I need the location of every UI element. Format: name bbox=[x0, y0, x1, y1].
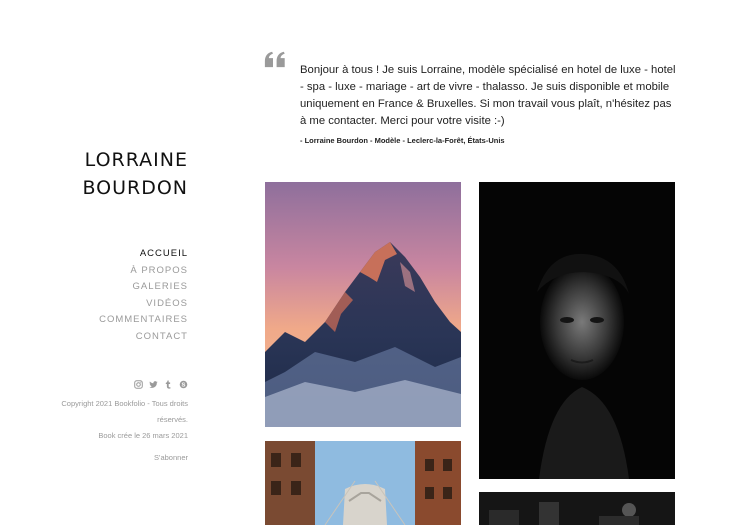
nav-item-contact[interactable]: CONTACT bbox=[60, 329, 188, 346]
city-street-photo[interactable] bbox=[479, 492, 675, 525]
tumblr-icon[interactable] bbox=[164, 380, 173, 389]
site-title[interactable]: LORRAINE BOURDON bbox=[40, 146, 188, 202]
footer: Copyright 2021 Bookfolio - Tous droits r… bbox=[30, 396, 188, 466]
site-title-line1: LORRAINE bbox=[84, 149, 188, 171]
site-title-line2: BOURDON bbox=[82, 177, 188, 199]
nav-item-galeries[interactable]: GALERIES bbox=[60, 279, 188, 296]
copyright-text: Copyright 2021 Bookfolio - Tous droits r… bbox=[61, 399, 188, 424]
quote-author: - Lorraine Bourdon - Modèle - Leclerc-la… bbox=[300, 136, 505, 145]
quote-icon bbox=[264, 50, 288, 72]
created-text: Book crée le 26 mars 2021 bbox=[98, 431, 188, 440]
nav-item-a-propos[interactable]: À PROPOS bbox=[60, 263, 188, 280]
skype-icon[interactable]: S bbox=[179, 380, 188, 389]
social-links: S bbox=[120, 380, 188, 389]
dark-portrait-photo[interactable] bbox=[479, 182, 675, 479]
nav-item-commentaires[interactable]: COMMENTAIRES bbox=[60, 312, 188, 329]
svg-text:S: S bbox=[182, 383, 186, 389]
instagram-icon[interactable] bbox=[134, 380, 143, 389]
nav-item-videos[interactable]: VIDÉOS bbox=[60, 296, 188, 313]
subscribe-link[interactable]: S'abonner bbox=[30, 450, 188, 466]
nav-item-accueil[interactable]: ACCUEIL bbox=[60, 246, 188, 263]
main-nav: ACCUEIL À PROPOS GALERIES VIDÉOS COMMENT… bbox=[60, 246, 188, 346]
bridge-street-photo[interactable] bbox=[265, 441, 461, 525]
intro-quote: Bonjour à tous ! Je suis Lorraine, modèl… bbox=[300, 64, 676, 127]
mountain-sunset-photo[interactable] bbox=[265, 182, 461, 427]
twitter-icon[interactable] bbox=[149, 380, 158, 389]
